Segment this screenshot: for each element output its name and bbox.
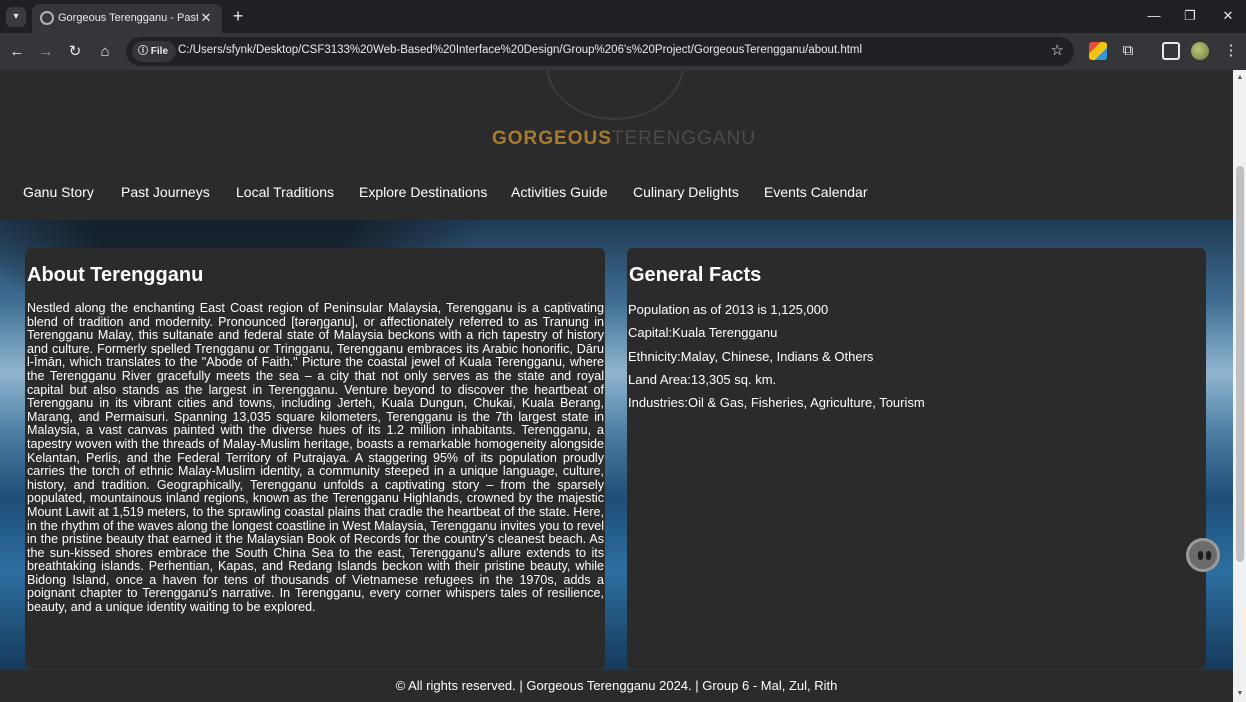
globe-icon <box>40 11 54 25</box>
address-bar[interactable]: ⓘ File C:/Users/sfynk/Desktop/CSF3133%20… <box>126 37 1074 66</box>
minimize-icon[interactable]: — <box>1142 6 1166 26</box>
profile-avatar[interactable] <box>1191 42 1209 60</box>
side-panel-icon[interactable] <box>1162 42 1180 60</box>
chatbot-eye-right <box>1206 551 1211 560</box>
fact-ethnicity: Ethnicity:Malay, Chinese, Indians & Othe… <box>628 349 874 364</box>
chatbot-eye-left <box>1198 551 1203 560</box>
back-arrow-icon[interactable]: ← <box>6 41 28 63</box>
nav-ganu-story[interactable]: Ganu Story <box>23 184 94 200</box>
about-card: About Terengganu Nestled along the encha… <box>25 248 605 669</box>
close-window-icon[interactable]: ✕ <box>1216 6 1240 26</box>
page-scrollbar[interactable]: ▲ ▼ <box>1233 70 1246 702</box>
fact-industries: Industries:Oil & Gas, Fisheries, Agricul… <box>628 395 925 410</box>
nav-past-journeys[interactable]: Past Journeys <box>121 184 210 200</box>
fact-land-area: Land Area:13,305 sq. km. <box>628 372 777 387</box>
site-header: GORGEOUSTERENGGANU Ganu Story Past Journ… <box>0 70 1233 220</box>
logo-text-gorgeous: GORGEOUS <box>492 128 612 149</box>
reload-icon[interactable]: ↻ <box>64 41 86 63</box>
browser-menu-icon[interactable]: ⋮ <box>1222 42 1240 60</box>
chatbot-icon[interactable] <box>1186 538 1220 572</box>
browser-tab-bar: ▾ Gorgeous Terengganu - Past Jo ✕ + — ❐ … <box>0 0 1246 33</box>
url-text[interactable]: C:/Users/sfynk/Desktop/CSF3133%20Web-Bas… <box>178 44 862 56</box>
footer-text: © All rights reserved. | Gorgeous Tereng… <box>395 678 838 693</box>
fact-capital: Capital:Kuala Terengganu <box>628 325 778 340</box>
nav-activities-guide[interactable]: Activities Guide <box>511 184 607 200</box>
nav-explore-destinations[interactable]: Explore Destinations <box>359 184 487 200</box>
extensions-puzzle-icon[interactable]: ⧉ <box>1119 42 1137 60</box>
facts-title: General Facts <box>629 264 762 286</box>
about-title: About Terengganu <box>27 264 204 286</box>
site-logo[interactable]: GORGEOUSTERENGGANU <box>492 128 756 150</box>
browser-tab[interactable]: Gorgeous Terengganu - Past Jo ✕ <box>32 4 222 33</box>
scroll-down-icon[interactable]: ▼ <box>1236 690 1244 697</box>
page-viewport: GORGEOUSTERENGGANU Ganu Story Past Journ… <box>0 70 1233 702</box>
restore-icon[interactable]: ❐ <box>1178 6 1202 26</box>
extension-icon[interactable] <box>1089 42 1107 60</box>
facts-card: General Facts Population as of 2013 is 1… <box>627 248 1206 669</box>
home-icon[interactable]: ⌂ <box>94 41 116 63</box>
about-body-text: Nestled along the enchanting East Coast … <box>27 301 605 615</box>
logo-text-terengganu: TERENGGANU <box>611 128 756 149</box>
nav-culinary-delights[interactable]: Culinary Delights <box>633 184 739 200</box>
close-tab-icon[interactable]: ✕ <box>198 10 214 26</box>
browser-toolbar: ← → ↻ ⌂ ⓘ File C:/Users/sfynk/Desktop/CS… <box>0 33 1246 70</box>
tab-search-button[interactable]: ▾ <box>6 7 26 27</box>
site-footer: © All rights reserved. | Gorgeous Tereng… <box>0 670 1233 702</box>
forward-arrow-icon[interactable]: → <box>35 41 57 63</box>
tab-title: Gorgeous Terengganu - Past Jo <box>58 12 198 24</box>
site-info-chip[interactable]: ⓘ File <box>132 41 177 62</box>
scroll-thumb[interactable] <box>1236 166 1244 562</box>
logo-emblem <box>546 70 684 120</box>
bookmark-star-icon[interactable]: ☆ <box>1051 41 1064 59</box>
new-tab-button[interactable]: + <box>228 6 248 26</box>
nav-local-traditions[interactable]: Local Traditions <box>236 184 334 200</box>
site-info-label: File <box>150 46 169 57</box>
fact-population: Population as of 2013 is 1,125,000 <box>628 302 829 317</box>
nav-events-calendar[interactable]: Events Calendar <box>764 184 868 200</box>
scroll-up-icon[interactable]: ▲ <box>1236 74 1244 81</box>
